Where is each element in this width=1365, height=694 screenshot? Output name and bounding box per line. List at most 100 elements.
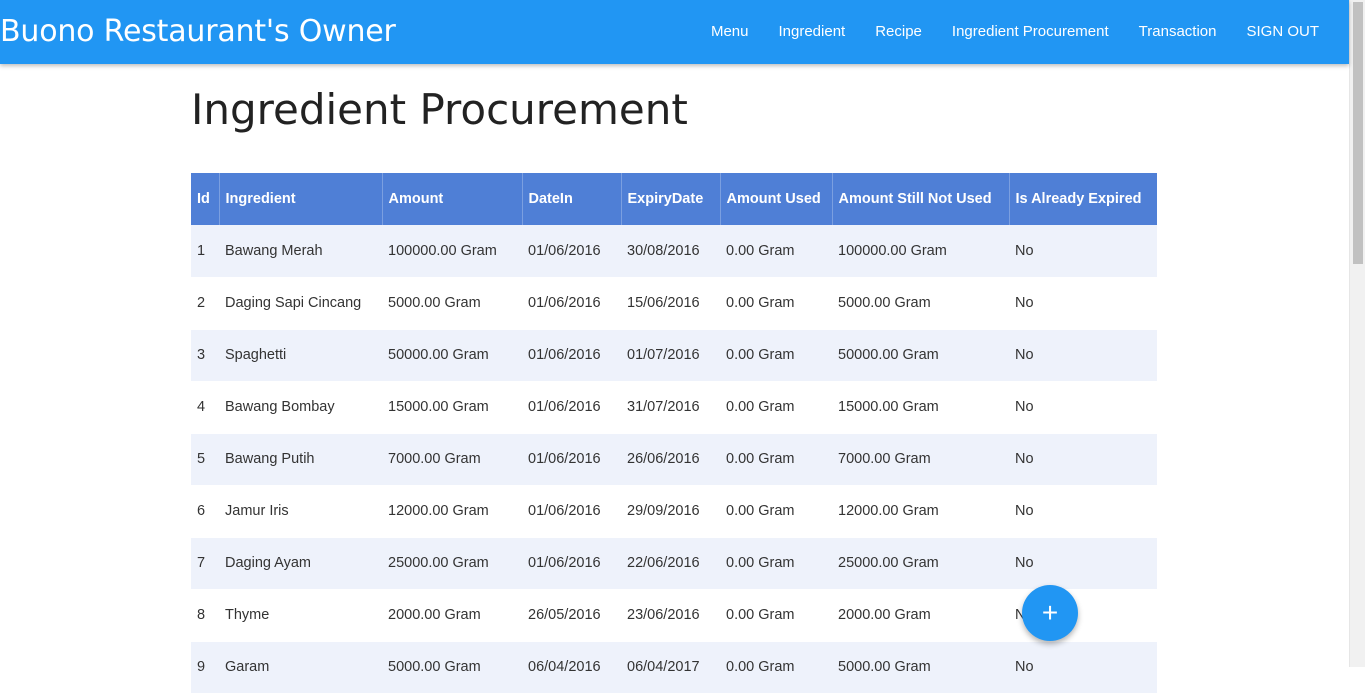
cell-amount: 50000.00 Gram (382, 329, 522, 382)
plus-icon: + (1041, 597, 1059, 628)
table-row[interactable]: 4 Bawang Bombay 15000.00 Gram 01/06/2016… (191, 381, 1157, 434)
table-row[interactable]: 9 Garam 5000.00 Gram 06/04/2016 06/04/20… (191, 641, 1157, 694)
cell-amount: 15000.00 Gram (382, 381, 522, 434)
table-row[interactable]: 5 Bawang Putih 7000.00 Gram 01/06/2016 2… (191, 433, 1157, 486)
cell-expirydate: 23/06/2016 (621, 589, 720, 642)
cell-amount-used: 0.00 Gram (720, 433, 832, 486)
cell-ingredient: Bawang Bombay (219, 381, 382, 434)
column-header-amount-used: Amount Used (720, 173, 833, 225)
table-header-row: Id Ingredient Amount DateIn ExpiryDate A… (191, 173, 1157, 225)
cell-expirydate: 01/07/2016 (621, 329, 720, 382)
cell-ingredient: Spaghetti (219, 329, 382, 382)
cell-is-expired: No (1009, 329, 1157, 382)
cell-amount-not-used: 25000.00 Gram (832, 537, 1009, 590)
cell-expirydate: 22/06/2016 (621, 537, 720, 590)
cell-is-expired: No (1009, 277, 1157, 330)
cell-id: 7 (191, 537, 219, 590)
cell-datein: 01/06/2016 (522, 485, 621, 538)
cell-datein: 01/06/2016 (522, 225, 621, 278)
nav-link-recipe[interactable]: Recipe (860, 0, 937, 64)
cell-datein: 01/06/2016 (522, 329, 621, 382)
column-header-id: Id (191, 173, 220, 225)
add-procurement-button[interactable]: + (1022, 585, 1078, 641)
scrollbar-thumb[interactable] (1353, 2, 1363, 264)
cell-expirydate: 30/08/2016 (621, 225, 720, 278)
cell-expirydate: 26/06/2016 (621, 433, 720, 486)
column-header-amount: Amount (382, 173, 523, 225)
cell-datein: 26/05/2016 (522, 589, 621, 642)
cell-amount-used: 0.00 Gram (720, 329, 832, 382)
column-header-expirydate: ExpiryDate (621, 173, 721, 225)
nav-links: Menu Ingredient Recipe Ingredient Procur… (696, 0, 1334, 64)
column-header-is-expired: Is Already Expired (1015, 191, 1142, 207)
cell-datein: 06/04/2016 (522, 641, 621, 694)
table-body: 1 Bawang Merah 100000.00 Gram 01/06/2016… (191, 225, 1157, 694)
procurement-table: Id Ingredient Amount DateIn ExpiryDate A… (191, 173, 1157, 694)
cell-is-expired: No (1009, 537, 1157, 590)
cell-is-expired: No (1009, 433, 1157, 486)
cell-expirydate: 15/06/2016 (621, 277, 720, 330)
table-row[interactable]: 6 Jamur Iris 12000.00 Gram 01/06/2016 29… (191, 485, 1157, 538)
procurement-table-container: Id Ingredient Amount DateIn ExpiryDate A… (191, 173, 1157, 694)
cell-amount-used: 0.00 Gram (720, 537, 832, 590)
cell-amount-used: 0.00 Gram (720, 641, 832, 694)
cell-amount-not-used: 12000.00 Gram (832, 485, 1009, 538)
table-row[interactable]: 8 Thyme 2000.00 Gram 26/05/2016 23/06/20… (191, 589, 1157, 642)
cell-expirydate: 29/09/2016 (621, 485, 720, 538)
cell-is-expired: No (1009, 485, 1157, 538)
cell-expirydate: 06/04/2017 (621, 641, 720, 694)
cell-id: 9 (191, 641, 219, 694)
vertical-scrollbar[interactable] (1349, 0, 1365, 667)
cell-ingredient: Bawang Merah (219, 225, 382, 278)
cell-id: 4 (191, 381, 219, 434)
sign-out-link[interactable]: SIGN OUT (1231, 0, 1334, 64)
cell-amount: 2000.00 Gram (382, 589, 522, 642)
cell-ingredient: Bawang Putih (219, 433, 382, 486)
cell-amount-not-used: 5000.00 Gram (832, 277, 1009, 330)
cell-ingredient: Garam (219, 641, 382, 694)
cell-is-expired: No (1009, 225, 1157, 278)
cell-id: 3 (191, 329, 219, 382)
cell-datein: 01/06/2016 (522, 433, 621, 486)
cell-is-expired: No (1009, 641, 1157, 694)
nav-link-transaction[interactable]: Transaction (1124, 0, 1232, 64)
cell-amount-not-used: 50000.00 Gram (832, 329, 1009, 382)
cell-amount: 5000.00 Gram (382, 277, 522, 330)
top-navbar: Buono Restaurant's Owner Menu Ingredient… (0, 0, 1349, 64)
cell-datein: 01/06/2016 (522, 381, 621, 434)
table-row[interactable]: 1 Bawang Merah 100000.00 Gram 01/06/2016… (191, 225, 1157, 278)
cell-ingredient: Thyme (219, 589, 382, 642)
cell-datein: 01/06/2016 (522, 537, 621, 590)
cell-id: 5 (191, 433, 219, 486)
cell-id: 6 (191, 485, 219, 538)
column-header-amount-not-used: Amount Still Not Used (832, 173, 1010, 225)
cell-amount-not-used: 2000.00 Gram (832, 589, 1009, 642)
column-header-datein: DateIn (522, 173, 622, 225)
page-title: Ingredient Procurement (191, 85, 688, 134)
brand-title[interactable]: Buono Restaurant's Owner (0, 12, 396, 52)
cell-amount-not-used: 100000.00 Gram (832, 225, 1009, 278)
cell-amount-used: 0.00 Gram (720, 225, 832, 278)
cell-amount: 5000.00 Gram (382, 641, 522, 694)
table-row[interactable]: 7 Daging Ayam 25000.00 Gram 01/06/2016 2… (191, 537, 1157, 590)
table-row[interactable]: 2 Daging Sapi Cincang 5000.00 Gram 01/06… (191, 277, 1157, 330)
table-row[interactable]: 3 Spaghetti 50000.00 Gram 01/06/2016 01/… (191, 329, 1157, 382)
cell-id: 8 (191, 589, 219, 642)
nav-link-ingredient-procurement[interactable]: Ingredient Procurement (937, 0, 1124, 64)
cell-amount-not-used: 7000.00 Gram (832, 433, 1009, 486)
cell-id: 2 (191, 277, 219, 330)
nav-link-menu[interactable]: Menu (696, 0, 764, 64)
cell-amount-not-used: 5000.00 Gram (832, 641, 1009, 694)
cell-amount-used: 0.00 Gram (720, 277, 832, 330)
cell-amount: 7000.00 Gram (382, 433, 522, 486)
cell-amount-not-used: 15000.00 Gram (832, 381, 1009, 434)
cell-ingredient: Daging Ayam (219, 537, 382, 590)
cell-amount: 12000.00 Gram (382, 485, 522, 538)
cell-expirydate: 31/07/2016 (621, 381, 720, 434)
cell-is-expired: No (1009, 381, 1157, 434)
column-header-ingredient: Ingredient (219, 173, 383, 225)
nav-link-ingredient[interactable]: Ingredient (763, 0, 860, 64)
cell-id: 1 (191, 225, 219, 278)
cell-amount: 25000.00 Gram (382, 537, 522, 590)
cell-amount-used: 0.00 Gram (720, 589, 832, 642)
